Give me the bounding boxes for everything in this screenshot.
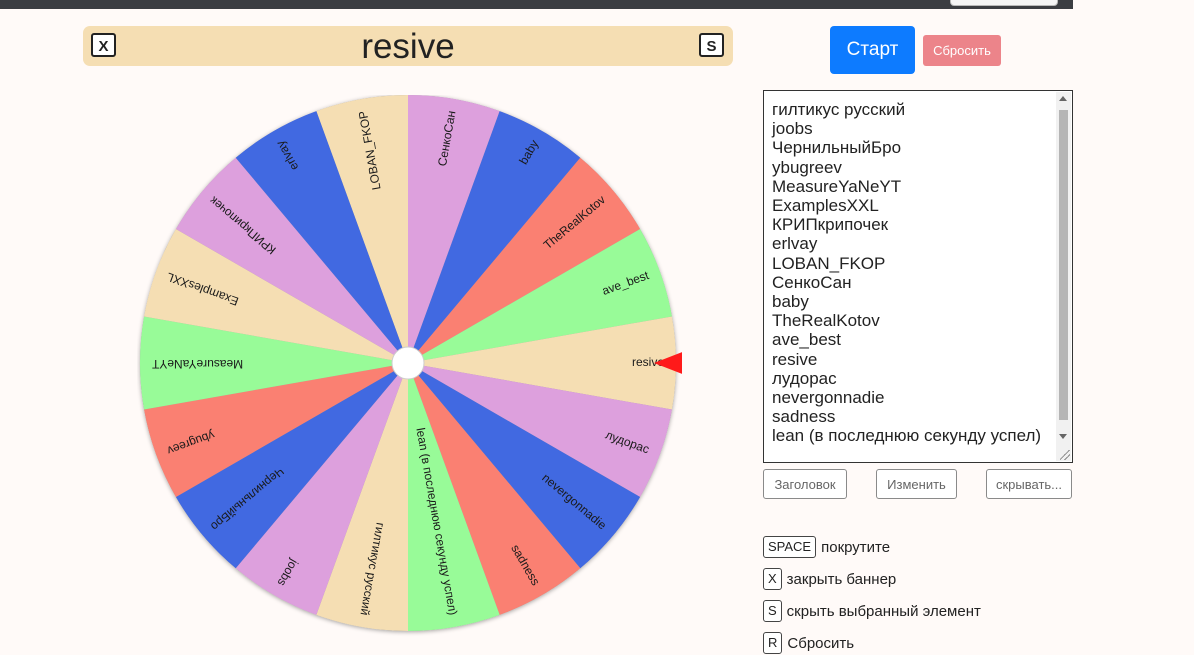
edit-button[interactable]: Изменить <box>876 469 957 499</box>
s-key: S <box>763 600 782 622</box>
space-key: SPACE <box>763 536 817 558</box>
entry-line: ybugreev <box>772 157 842 177</box>
entry-line: erlvay <box>772 234 818 254</box>
wheel-segment-label: MeasureYaNeYT <box>151 357 243 371</box>
spin-wheel[interactable]: LOBAN_FKOP СенкоСан baby TheRealKotov ave_be… <box>137 95 682 640</box>
entry-line: ave_best <box>772 330 841 350</box>
title-button[interactable]: Заголовок <box>763 469 847 499</box>
top-bar <box>0 0 1073 9</box>
entry-line: ЧернильныйБро <box>772 138 902 158</box>
entry-line: СенкоСан <box>772 272 852 292</box>
selected-item-title: resive <box>361 27 455 66</box>
entries-scrollbar[interactable] <box>1056 92 1071 461</box>
scroll-thumb[interactable] <box>1059 110 1068 420</box>
entry-line: гилтикус русский <box>772 100 906 119</box>
entry-line: лудорас <box>772 368 837 388</box>
hide-selected-button[interactable]: S <box>699 33 724 57</box>
entry-line: resive <box>772 349 818 369</box>
wheel-svg[interactable]: LOBAN_FKOP СенкоСан babyTheRealKotovave_be… <box>137 95 682 640</box>
hint-r-text: Сбросить <box>787 634 855 652</box>
top-bar-button[interactable] <box>950 0 1058 6</box>
entry-line: TheRealKotov <box>772 311 880 331</box>
hint-s: S скрыть выбранный элемент <box>763 599 981 623</box>
entries-list: гилтикус русский joobs ЧернильныйБро ybugre… <box>772 100 1052 446</box>
x-key: X <box>763 568 782 590</box>
wheel-hub <box>391 346 425 380</box>
entry-line: LOBAN_FKOP <box>772 253 886 273</box>
reset-button[interactable]: Сбросить <box>923 35 1001 66</box>
entry-line: MeasureYaNeYT <box>772 176 902 196</box>
hint-x: X закрыть баннер <box>763 567 896 591</box>
hint-x-text: закрыть баннер <box>786 570 897 588</box>
hint-space-text: покрутите <box>821 538 891 556</box>
entry-line: ExamplesXXL <box>772 196 879 216</box>
hide-button[interactable]: скрывать... <box>986 469 1072 499</box>
entries-textarea[interactable]: гилтикус русский joobs ЧернильныйБро ybugre… <box>763 90 1073 463</box>
hint-space: SPACE покрутите <box>763 535 890 559</box>
scroll-down-icon[interactable] <box>1059 434 1067 439</box>
hint-s-text: скрыть выбранный элемент <box>786 602 981 620</box>
entry-line: sadness <box>772 407 836 427</box>
entry-line: lean (в последнюю секунду успел) <box>772 426 1042 446</box>
r-key: R <box>763 632 783 654</box>
scroll-up-icon[interactable] <box>1059 96 1067 101</box>
entry-line: baby <box>772 292 809 312</box>
entry-line: joobs <box>772 119 813 139</box>
selected-banner: X resive S <box>83 26 733 66</box>
hint-r: R Сбросить <box>763 631 854 655</box>
entry-line: КРИПкрипочек <box>772 215 889 235</box>
resize-grip-icon[interactable] <box>1060 450 1070 460</box>
entry-line: nevergonnadie <box>772 388 885 408</box>
start-button[interactable]: Старт <box>830 26 915 74</box>
